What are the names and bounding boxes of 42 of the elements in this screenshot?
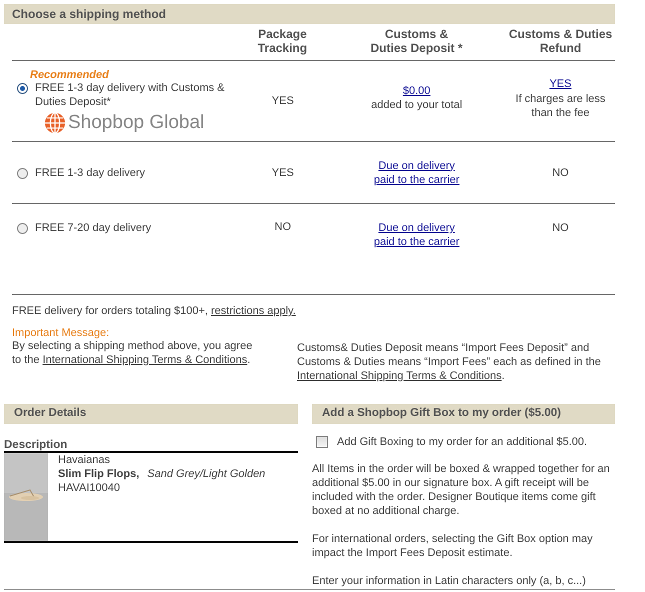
table-cell-text: YES (270, 166, 295, 178)
table-cell: NO (552, 221, 569, 235)
refund-note: If charges are less than the fee (514, 92, 606, 120)
globe-icon (44, 112, 66, 134)
checkbox[interactable] (316, 436, 328, 448)
product-name: Slim Flip Flops, (58, 468, 140, 480)
deposit-note: added to your total (371, 98, 462, 112)
column-header: Package Tracking (256, 27, 308, 55)
table-cell-text: YES (270, 95, 295, 107)
terms-link[interactable]: International Shipping Terms & Conditions (297, 370, 502, 382)
deposit-link[interactable]: $0.00 (402, 84, 430, 98)
logo-text: Shopbop Global (68, 112, 204, 134)
agreement-text: By selecting a shipping method above, you agree to the International Shipping Terms & Conditions. (12, 339, 254, 367)
section-header: Choose a shipping method (4, 4, 615, 24)
option-label: FREE 1-3 day delivery with Customs & Duties Deposit* (35, 80, 226, 108)
radio-button[interactable] (17, 223, 28, 234)
restrictions-link[interactable]: restrictions apply. (211, 305, 296, 317)
refund-link[interactable]: YES (549, 76, 572, 90)
product-color: Sand Grey/Light Golden (147, 468, 266, 480)
free-delivery-note: FREE delivery for orders totaling $100+, restrictions apply. (12, 305, 297, 317)
radio-button[interactable] (17, 82, 28, 94)
option-label: FREE 7-20 day delivery (35, 221, 152, 235)
important-heading: Important Message: (12, 327, 110, 339)
option-label: FREE 1-3 day delivery (35, 166, 146, 180)
checkbox-label: Add Gift Boxing to my order for an additional $5.00. (337, 436, 588, 448)
recommended-label: Recommended (29, 68, 110, 80)
brand-name: Havaianas (58, 453, 111, 467)
deposit-link[interactable]: Due on delivery paid to the carrier (374, 221, 460, 249)
table-cell-text: NO (274, 221, 292, 233)
section-header: Add a Shopbop Gift Box to my order ($5.00) (312, 404, 615, 424)
column-header: Customs & Duties Deposit * (370, 27, 464, 55)
gift-info-text: All Items in the order will be boxed & wrapped together for an additional $5.00 in our signature box. A gift receipt will be included with the order. Designer Boutique items come gift boxed at no additional charge. (312, 462, 610, 518)
radio-button[interactable] (17, 168, 28, 178)
terms-link[interactable]: International Shipping Terms & Conditions (42, 354, 248, 366)
deposit-link[interactable]: Due on delivery paid to the carrier (374, 158, 460, 186)
product-sku: HAVAI10040 (58, 481, 121, 495)
gift-info-text: Enter your information in Latin characters only (a, b, c...) (312, 574, 587, 588)
table-cell: NO (552, 166, 569, 180)
definition-text: Customs& Duties Deposit means “Import Fees Deposit” and Customs & Duties means “Import Fees” each as defined in the International Shipping Terms & Conditions. (297, 341, 602, 383)
column-header: Customs & Duties Refund (508, 27, 614, 55)
gift-info-text: For international orders, selecting the Gift Box option may impact the Import Fees Deposit estimate. (312, 532, 594, 560)
section-header: Order Details (4, 404, 298, 424)
